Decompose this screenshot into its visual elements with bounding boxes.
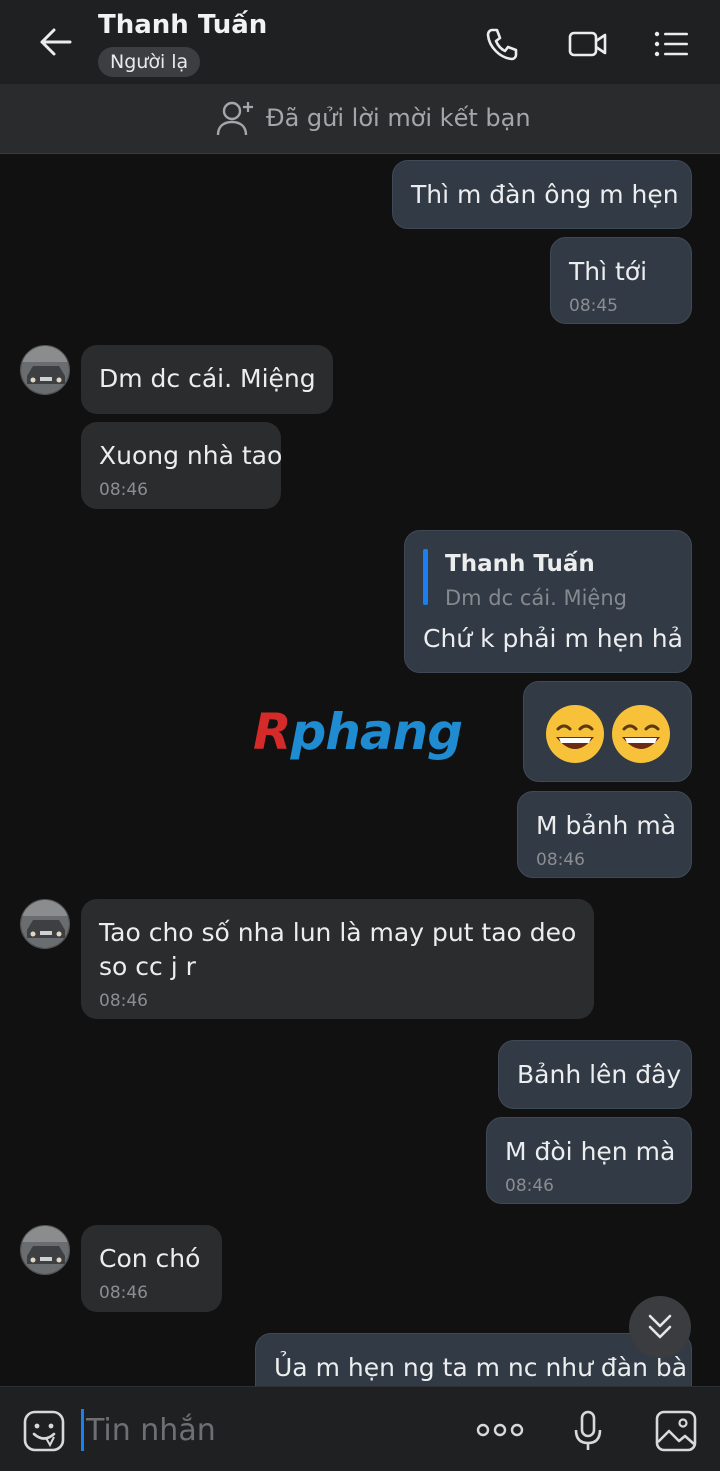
message-text-line: so cc j r [99, 952, 196, 981]
message-text: Thì m đàn ông m hẹn [411, 180, 679, 209]
image-gallery-icon[interactable] [654, 1409, 698, 1457]
message-text: Ủa m hẹn ng ta m nc như đàn bà [274, 1353, 688, 1382]
message-time: 08:46 [99, 480, 148, 500]
message-bubble-emoji[interactable] [523, 681, 692, 782]
double-chevron-down-icon [648, 1314, 672, 1339]
more-options-icon[interactable] [476, 1417, 524, 1447]
message-text: Thì tới [569, 257, 648, 286]
menu-list-icon[interactable] [652, 24, 692, 64]
message-input[interactable] [86, 1407, 456, 1453]
message-text: Con chó [99, 1244, 201, 1273]
microphone-icon[interactable] [572, 1409, 604, 1457]
message-bubble-outgoing[interactable]: M bảnh mà 08:46 [517, 791, 692, 878]
contact-avatar[interactable] [20, 1225, 70, 1275]
message-time: 08:46 [505, 1176, 554, 1196]
message-time: 08:45 [569, 296, 618, 316]
add-friend-icon [214, 98, 258, 138]
message-text: Xuong nhà tao [99, 441, 283, 470]
chat-header: Thanh Tuấn Người lạ [0, 0, 720, 84]
message-time: 08:46 [99, 1283, 148, 1303]
reply-quote-text: Dm dc cái. Miệng [445, 586, 627, 610]
message-time: 08:46 [99, 991, 148, 1011]
text-cursor [81, 1409, 84, 1451]
contact-avatar[interactable] [20, 899, 70, 949]
message-bubble-outgoing[interactable]: Thì tới 08:45 [550, 237, 692, 324]
contact-avatar[interactable] [20, 345, 70, 395]
message-bubble-incoming[interactable]: Xuong nhà tao 08:46 [81, 422, 283, 509]
contact-name[interactable]: Thanh Tuấn [98, 10, 267, 40]
message-bubble-outgoing[interactable]: Bảnh lên đây [498, 1040, 692, 1109]
sticker-emoji-icon[interactable] [22, 1409, 66, 1457]
scroll-to-bottom-button[interactable] [629, 1296, 691, 1358]
back-arrow-icon[interactable] [30, 22, 80, 62]
message-text: M bảnh mà [536, 811, 677, 840]
message-bubble-outgoing[interactable]: Thì m đàn ông m hẹn [392, 160, 692, 229]
message-bubble-incoming[interactable]: Dm dc cái. Miệng [81, 345, 333, 414]
video-call-icon[interactable] [566, 24, 607, 64]
message-bubble-outgoing[interactable]: M đòi hẹn mà 08:46 [486, 1117, 692, 1204]
reply-quote-author: Thanh Tuấn [445, 551, 595, 577]
message-bubble-incoming[interactable]: Tao cho số nha lun là may put tao deo so… [81, 899, 594, 1019]
message-text: Chứ k phải m hẹn hả [423, 624, 683, 653]
message-input-bar [0, 1386, 720, 1471]
grinning-face-emoji-icon [546, 705, 670, 763]
message-time: 08:46 [536, 850, 585, 870]
watermark-logo: Rphang [253, 703, 463, 761]
friend-request-status: Đã gửi lời mời kết bạn [266, 104, 531, 132]
message-text: M đòi hẹn mà [505, 1137, 676, 1166]
stranger-badge: Người lạ [98, 47, 201, 77]
phone-call-icon[interactable] [482, 24, 522, 64]
message-bubble-incoming[interactable]: Con chó 08:46 [81, 1225, 222, 1312]
message-bubble-reply[interactable]: Thanh Tuấn Dm dc cái. Miệng Chứ k phải m… [404, 530, 692, 673]
message-text-line: Tao cho số nha lun là may put tao deo [99, 918, 577, 947]
message-text: Bảnh lên đây [517, 1060, 682, 1089]
message-text: Dm dc cái. Miệng [99, 364, 316, 393]
reply-quote-bar [423, 549, 428, 605]
friend-request-bar: Đã gửi lời mời kết bạn [0, 84, 720, 154]
